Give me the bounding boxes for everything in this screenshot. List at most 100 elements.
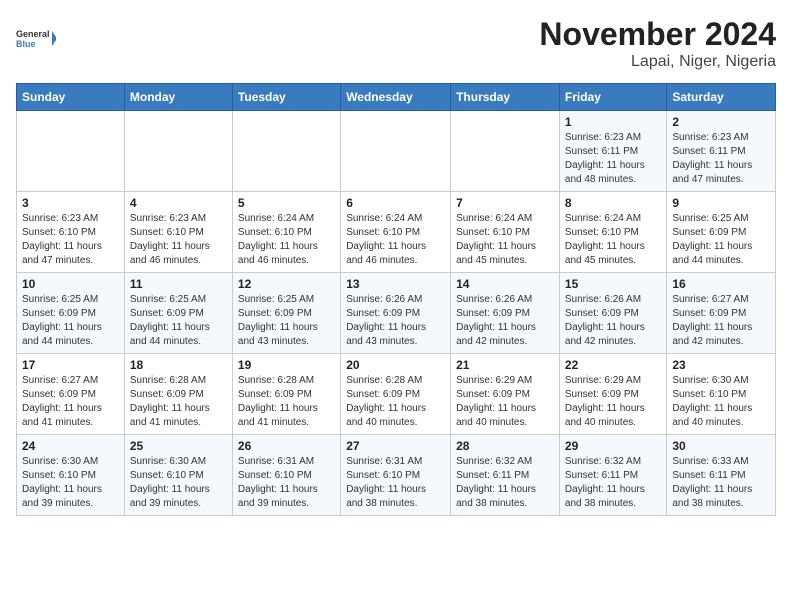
calendar-cell: 5 Sunrise: 6:24 AM Sunset: 6:10 PM Daylig… (232, 192, 340, 273)
day-number: 20 (346, 358, 445, 372)
day-info: Sunrise: 6:24 AM Sunset: 6:10 PM Dayligh… (346, 212, 445, 268)
day-info: Sunrise: 6:31 AM Sunset: 6:10 PM Dayligh… (238, 455, 335, 511)
header-tuesday: Tuesday (232, 84, 340, 111)
week-row-3: 10Sunrise: 6:25 AM Sunset: 6:09 PM Dayli… (17, 273, 776, 354)
day-number: 5 (238, 196, 335, 210)
calendar-cell: 26 Sunrise: 6:31 AM Sunset: 6:10 PM Dayli… (232, 435, 340, 516)
day-number: 4 (130, 196, 227, 210)
header-sunday: Sunday (17, 84, 125, 111)
day-number: 28 (456, 439, 554, 453)
calendar-cell: 6 Sunrise: 6:24 AM Sunset: 6:10 PM Daylig… (341, 192, 451, 273)
calendar-cell: 9 Sunrise: 6:25 AM Sunset: 6:09 PM Daylig… (667, 192, 776, 273)
day-info: Sunrise: 6:25 AM Sunset: 6:09 PM Dayligh… (672, 212, 770, 268)
day-number: 14 (456, 277, 554, 291)
day-number: 6 (346, 196, 445, 210)
day-info: Sunrise: 6:23 AM Sunset: 6:11 PM Dayligh… (565, 131, 661, 187)
calendar-cell: 28 Sunrise: 6:32 AM Sunset: 6:11 PM Dayli… (451, 435, 560, 516)
day-info: Sunrise: 6:23 AM Sunset: 6:10 PM Dayligh… (130, 212, 227, 268)
calendar-cell: 20 Sunrise: 6:28 AM Sunset: 6:09 PM Dayli… (341, 354, 451, 435)
calendar-cell: 1 Sunrise: 6:23 AM Sunset: 6:11 PM Daylig… (559, 111, 666, 192)
calendar-cell: 27 Sunrise: 6:31 AM Sunset: 6:10 PM Dayli… (341, 435, 451, 516)
day-number: 24 (22, 439, 119, 453)
day-number: 21 (456, 358, 554, 372)
day-number: 29 (565, 439, 661, 453)
calendar-cell (341, 111, 451, 192)
logo: General Blue (16, 16, 56, 61)
calendar-cell: 14 Sunrise: 6:26 AM Sunset: 6:09 PM Dayli… (451, 273, 560, 354)
day-info: Sunrise: 6:31 AM Sunset: 6:10 PM Dayligh… (346, 455, 445, 511)
day-number: 12 (238, 277, 335, 291)
day-info: Sunrise: 6:28 AM Sunset: 6:09 PM Dayligh… (346, 374, 445, 430)
day-info: Sunrise: 6:23 AM Sunset: 6:10 PM Dayligh… (22, 212, 119, 268)
svg-text:Blue: Blue (16, 39, 36, 49)
day-info: Sunrise: 6:30 AM Sunset: 6:10 PM Dayligh… (672, 374, 770, 430)
day-info: Sunrise: 6:32 AM Sunset: 6:11 PM Dayligh… (565, 455, 661, 511)
calendar-body: 1 Sunrise: 6:23 AM Sunset: 6:11 PM Daylig… (17, 111, 776, 516)
calendar-cell: 11Sunrise: 6:25 AM Sunset: 6:09 PM Dayli… (124, 273, 232, 354)
calendar-cell: 2 Sunrise: 6:23 AM Sunset: 6:11 PM Daylig… (667, 111, 776, 192)
logo-svg: General Blue (16, 16, 56, 61)
page-title: November 2024 (539, 16, 776, 53)
day-info: Sunrise: 6:25 AM Sunset: 6:09 PM Dayligh… (22, 293, 119, 349)
day-info: Sunrise: 6:25 AM Sunset: 6:09 PM Dayligh… (238, 293, 335, 349)
day-number: 7 (456, 196, 554, 210)
day-info: Sunrise: 6:24 AM Sunset: 6:10 PM Dayligh… (238, 212, 335, 268)
day-number: 19 (238, 358, 335, 372)
week-row-5: 24 Sunrise: 6:30 AM Sunset: 6:10 PM Dayli… (17, 435, 776, 516)
calendar-cell: 24Sunrise: 6:30 AM Sunset: 6:10 PM Dayli… (17, 435, 125, 516)
day-number: 11 (130, 277, 227, 291)
day-number: 3 (22, 196, 119, 210)
day-number: 18 (130, 358, 227, 372)
week-row-2: 3 Sunrise: 6:23 AM Sunset: 6:10 PM Daylig… (17, 192, 776, 273)
header-saturday: Saturday (667, 84, 776, 111)
calendar-cell: 15 Sunrise: 6:26 AM Sunset: 6:09 PM Dayli… (559, 273, 666, 354)
day-info: Sunrise: 6:32 AM Sunset: 6:11 PM Dayligh… (456, 455, 554, 511)
day-number: 25 (130, 439, 227, 453)
day-number: 2 (672, 115, 770, 129)
calendar-cell: 3 Sunrise: 6:23 AM Sunset: 6:10 PM Daylig… (17, 192, 125, 273)
calendar-header-row: SundayMondayTuesdayWednesdayThursdayFrid… (17, 84, 776, 111)
day-number: 17 (22, 358, 119, 372)
day-info: Sunrise: 6:29 AM Sunset: 6:09 PM Dayligh… (456, 374, 554, 430)
calendar-cell: 18 Sunrise: 6:28 AM Sunset: 6:09 PM Dayli… (124, 354, 232, 435)
calendar-cell: 8Sunrise: 6:24 AM Sunset: 6:10 PM Daylig… (559, 192, 666, 273)
calendar-cell: 21 Sunrise: 6:29 AM Sunset: 6:09 PM Dayli… (451, 354, 560, 435)
day-info: Sunrise: 6:28 AM Sunset: 6:09 PM Dayligh… (130, 374, 227, 430)
day-number: 22 (565, 358, 661, 372)
day-info: Sunrise: 6:26 AM Sunset: 6:09 PM Dayligh… (565, 293, 661, 349)
day-number: 26 (238, 439, 335, 453)
calendar-cell: 22Sunrise: 6:29 AM Sunset: 6:09 PM Dayli… (559, 354, 666, 435)
calendar-cell: 10Sunrise: 6:25 AM Sunset: 6:09 PM Dayli… (17, 273, 125, 354)
day-info: Sunrise: 6:24 AM Sunset: 6:10 PM Dayligh… (456, 212, 554, 268)
day-info: Sunrise: 6:27 AM Sunset: 6:09 PM Dayligh… (22, 374, 119, 430)
day-number: 1 (565, 115, 661, 129)
calendar-cell: 19 Sunrise: 6:28 AM Sunset: 6:09 PM Dayli… (232, 354, 340, 435)
day-info: Sunrise: 6:26 AM Sunset: 6:09 PM Dayligh… (346, 293, 445, 349)
calendar-cell: 30 Sunrise: 6:33 AM Sunset: 6:11 PM Dayli… (667, 435, 776, 516)
day-info: Sunrise: 6:26 AM Sunset: 6:09 PM Dayligh… (456, 293, 554, 349)
day-info: Sunrise: 6:33 AM Sunset: 6:11 PM Dayligh… (672, 455, 770, 511)
title-block: November 2024 Lapai, Niger, Nigeria (539, 16, 776, 71)
calendar-cell: 25 Sunrise: 6:30 AM Sunset: 6:10 PM Dayli… (124, 435, 232, 516)
day-number: 30 (672, 439, 770, 453)
day-info: Sunrise: 6:23 AM Sunset: 6:11 PM Dayligh… (672, 131, 770, 187)
calendar-cell (451, 111, 560, 192)
svg-text:General: General (16, 29, 50, 39)
day-number: 13 (346, 277, 445, 291)
week-row-4: 17 Sunrise: 6:27 AM Sunset: 6:09 PM Dayli… (17, 354, 776, 435)
calendar-cell: 23 Sunrise: 6:30 AM Sunset: 6:10 PM Dayli… (667, 354, 776, 435)
day-info: Sunrise: 6:30 AM Sunset: 6:10 PM Dayligh… (130, 455, 227, 511)
page-subtitle: Lapai, Niger, Nigeria (539, 53, 776, 71)
page-header: General Blue November 2024 Lapai, Niger,… (16, 16, 776, 71)
calendar-cell: 4 Sunrise: 6:23 AM Sunset: 6:10 PM Daylig… (124, 192, 232, 273)
day-number: 27 (346, 439, 445, 453)
calendar-cell (17, 111, 125, 192)
day-number: 15 (565, 277, 661, 291)
calendar-cell: 13 Sunrise: 6:26 AM Sunset: 6:09 PM Dayli… (341, 273, 451, 354)
day-info: Sunrise: 6:28 AM Sunset: 6:09 PM Dayligh… (238, 374, 335, 430)
calendar-cell: 7 Sunrise: 6:24 AM Sunset: 6:10 PM Daylig… (451, 192, 560, 273)
day-number: 9 (672, 196, 770, 210)
day-number: 23 (672, 358, 770, 372)
day-info: Sunrise: 6:24 AM Sunset: 6:10 PM Dayligh… (565, 212, 661, 268)
calendar-cell (124, 111, 232, 192)
